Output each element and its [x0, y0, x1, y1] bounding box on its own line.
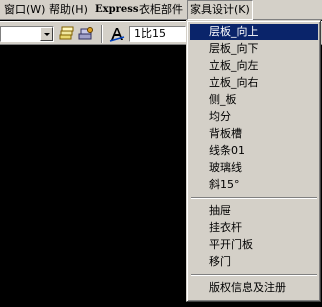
menu-bar: 窗口(W) 帮助(H) Express 衣柜部件 家具设计(K): [0, 0, 322, 20]
menu-express[interactable]: Express: [95, 0, 138, 20]
menu-item-shelf-down[interactable]: 层板_向下: [190, 41, 318, 57]
menu-item-slope-15[interactable]: 斜15°: [190, 177, 318, 193]
chevron-down-icon[interactable]: [40, 27, 53, 41]
layer-tools-icon[interactable]: [78, 26, 94, 42]
menu-item-copyright-registration[interactable]: 版权信息及注册: [190, 280, 318, 296]
menu-item-swing-door[interactable]: 平开门板: [190, 237, 318, 253]
menu-window[interactable]: 窗口(W): [4, 0, 45, 20]
toolbar-separator: [101, 25, 103, 43]
menu-item-sliding-door[interactable]: 移门: [190, 254, 318, 270]
menu-wardrobe-parts[interactable]: 衣柜部件: [139, 0, 183, 20]
menu-separator: [191, 197, 317, 199]
furniture-design-dropdown: 层板_向上 层板_向下 立板_向左 立板_向右 侧_板 均分 背板槽 线条01 …: [186, 20, 321, 302]
layer-stack-icon[interactable]: [59, 26, 75, 42]
scale-combo[interactable]: 1比15: [129, 26, 186, 42]
menu-item-drawer[interactable]: 抽屉: [190, 203, 318, 219]
menu-item-glass-line[interactable]: 玻璃线: [190, 160, 318, 176]
menu-item-line-01[interactable]: 线条01: [190, 143, 318, 159]
menu-item-shelf-up[interactable]: 层板_向上: [190, 24, 318, 40]
menu-item-hanging-rod[interactable]: 挂衣杆: [190, 220, 318, 236]
menu-item-back-groove[interactable]: 背板槽: [190, 126, 318, 142]
menu-item-divide-evenly[interactable]: 均分: [190, 109, 318, 125]
scale-combo-value: 1比15: [134, 27, 166, 40]
menu-furniture-design[interactable]: 家具设计(K): [187, 0, 253, 20]
menu-item-side-panel[interactable]: 侧_板: [190, 92, 318, 108]
menu-help[interactable]: 帮助(H): [49, 0, 88, 20]
menu-separator: [191, 274, 317, 276]
menu-item-vertical-left[interactable]: 立板_向左: [190, 58, 318, 74]
layer-combo[interactable]: [0, 26, 54, 42]
menu-item-vertical-right[interactable]: 立板_向右: [190, 75, 318, 91]
text-style-icon[interactable]: [109, 26, 125, 42]
